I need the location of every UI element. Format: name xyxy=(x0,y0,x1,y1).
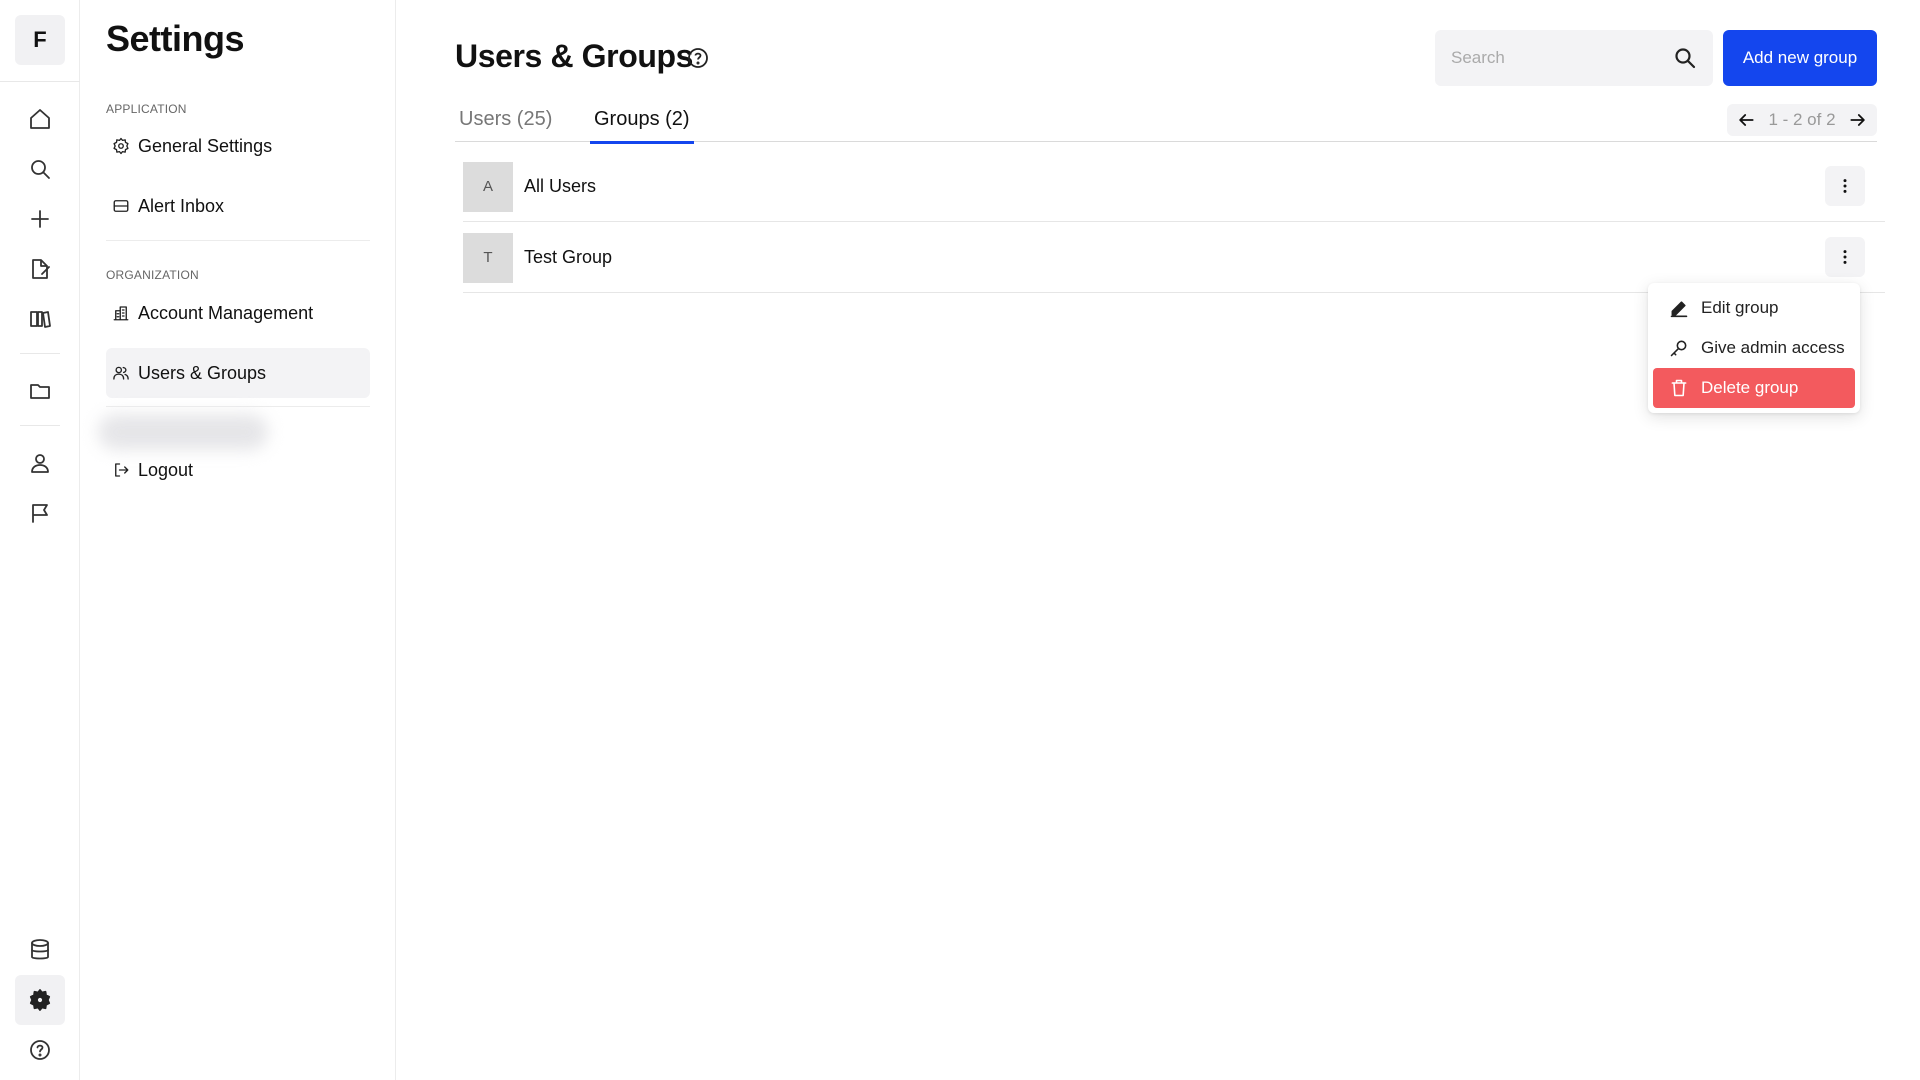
sidebar-item-label: General Settings xyxy=(138,135,273,156)
help-icon[interactable] xyxy=(15,1025,65,1075)
search-icon[interactable] xyxy=(15,144,65,194)
database-icon[interactable] xyxy=(15,925,65,975)
section-label-application: APPLICATION xyxy=(106,102,187,116)
group-avatar: T xyxy=(463,232,513,283)
group-row[interactable]: A All Users xyxy=(463,152,1885,222)
user-icon[interactable] xyxy=(15,438,65,488)
arrow-left-icon xyxy=(1739,114,1754,126)
users-icon xyxy=(113,366,129,380)
inbox-icon xyxy=(113,200,129,212)
key-icon xyxy=(1670,340,1687,357)
menu-item-delete-group[interactable]: Delete group xyxy=(1653,368,1855,408)
help-icon[interactable] xyxy=(686,46,710,70)
previous-page-button[interactable] xyxy=(1729,105,1763,135)
pagination: 1 - 2 of 2 xyxy=(1727,104,1877,136)
search-box xyxy=(1435,30,1713,86)
plus-icon[interactable] xyxy=(15,194,65,244)
logout-icon xyxy=(115,463,129,477)
flag-icon[interactable] xyxy=(15,488,65,538)
page-title: Users & Groups xyxy=(455,38,694,74)
trash-icon xyxy=(1671,379,1687,397)
menu-item-label: Give admin access xyxy=(1701,338,1845,357)
row-actions-button[interactable] xyxy=(1825,166,1865,206)
sidebar-item-general-settings[interactable]: General Settings xyxy=(106,121,370,171)
sidebar-item-users-groups[interactable]: Users & Groups xyxy=(106,348,370,398)
pagination-label: 1 - 2 of 2 xyxy=(1768,110,1836,129)
rail-divider xyxy=(20,425,60,426)
edit-document-icon[interactable] xyxy=(15,244,65,294)
rail-divider xyxy=(0,81,80,82)
gear-icon xyxy=(113,137,129,155)
group-avatar: A xyxy=(463,161,513,212)
more-vertical-icon xyxy=(1843,179,1847,193)
section-label-organization: ORGANIZATION xyxy=(106,268,199,282)
group-name: Test Group xyxy=(524,247,613,267)
folder-icon[interactable] xyxy=(15,366,65,416)
tab-bar: Users (25) Groups (2) xyxy=(455,104,1877,144)
sidebar-divider xyxy=(106,240,370,241)
more-vertical-icon xyxy=(1843,250,1847,264)
icon-rail: F xyxy=(0,0,80,1080)
gear-icon[interactable] xyxy=(15,975,65,1025)
sidebar-item-label: Logout xyxy=(138,459,194,480)
menu-item-give-admin-access[interactable]: Give admin access xyxy=(1653,328,1855,368)
menu-item-edit-group[interactable]: Edit group xyxy=(1653,288,1855,328)
settings-sidebar: Settings APPLICATION General Settings Al… xyxy=(80,0,396,1080)
sidebar-item-label: Users & Groups xyxy=(138,362,267,383)
menu-item-label: Delete group xyxy=(1701,378,1799,397)
sidebar-item-label: Account Management xyxy=(138,302,314,323)
sidebar-divider xyxy=(106,406,370,407)
tab-groups[interactable]: Groups (2) xyxy=(590,108,694,144)
rail-divider xyxy=(20,353,60,354)
building-icon xyxy=(113,306,129,321)
sidebar-item-account-management[interactable]: Account Management xyxy=(106,288,370,338)
add-new-group-button[interactable]: Add new group xyxy=(1723,30,1877,86)
tab-users[interactable]: Users (25) xyxy=(455,108,556,141)
sidebar-title: Settings xyxy=(106,18,245,59)
pencil-icon xyxy=(1670,301,1688,318)
arrow-right-icon xyxy=(1850,114,1865,126)
sidebar-item-logout[interactable]: Logout xyxy=(106,445,370,495)
home-icon[interactable] xyxy=(15,94,65,144)
search-input[interactable] xyxy=(1451,48,1673,68)
workspace-logo[interactable]: F xyxy=(15,15,65,65)
search-icon[interactable] xyxy=(1673,46,1697,70)
row-actions-button[interactable] xyxy=(1825,237,1865,277)
menu-item-label: Edit group xyxy=(1701,298,1779,317)
group-context-menu: Edit group Give admin access Delete grou… xyxy=(1648,283,1860,413)
catalog-icon[interactable] xyxy=(15,294,65,344)
next-page-button[interactable] xyxy=(1841,105,1875,135)
group-name: All Users xyxy=(524,176,597,196)
sidebar-item-label: Alert Inbox xyxy=(138,195,225,216)
sidebar-item-alert-inbox[interactable]: Alert Inbox xyxy=(106,181,370,231)
